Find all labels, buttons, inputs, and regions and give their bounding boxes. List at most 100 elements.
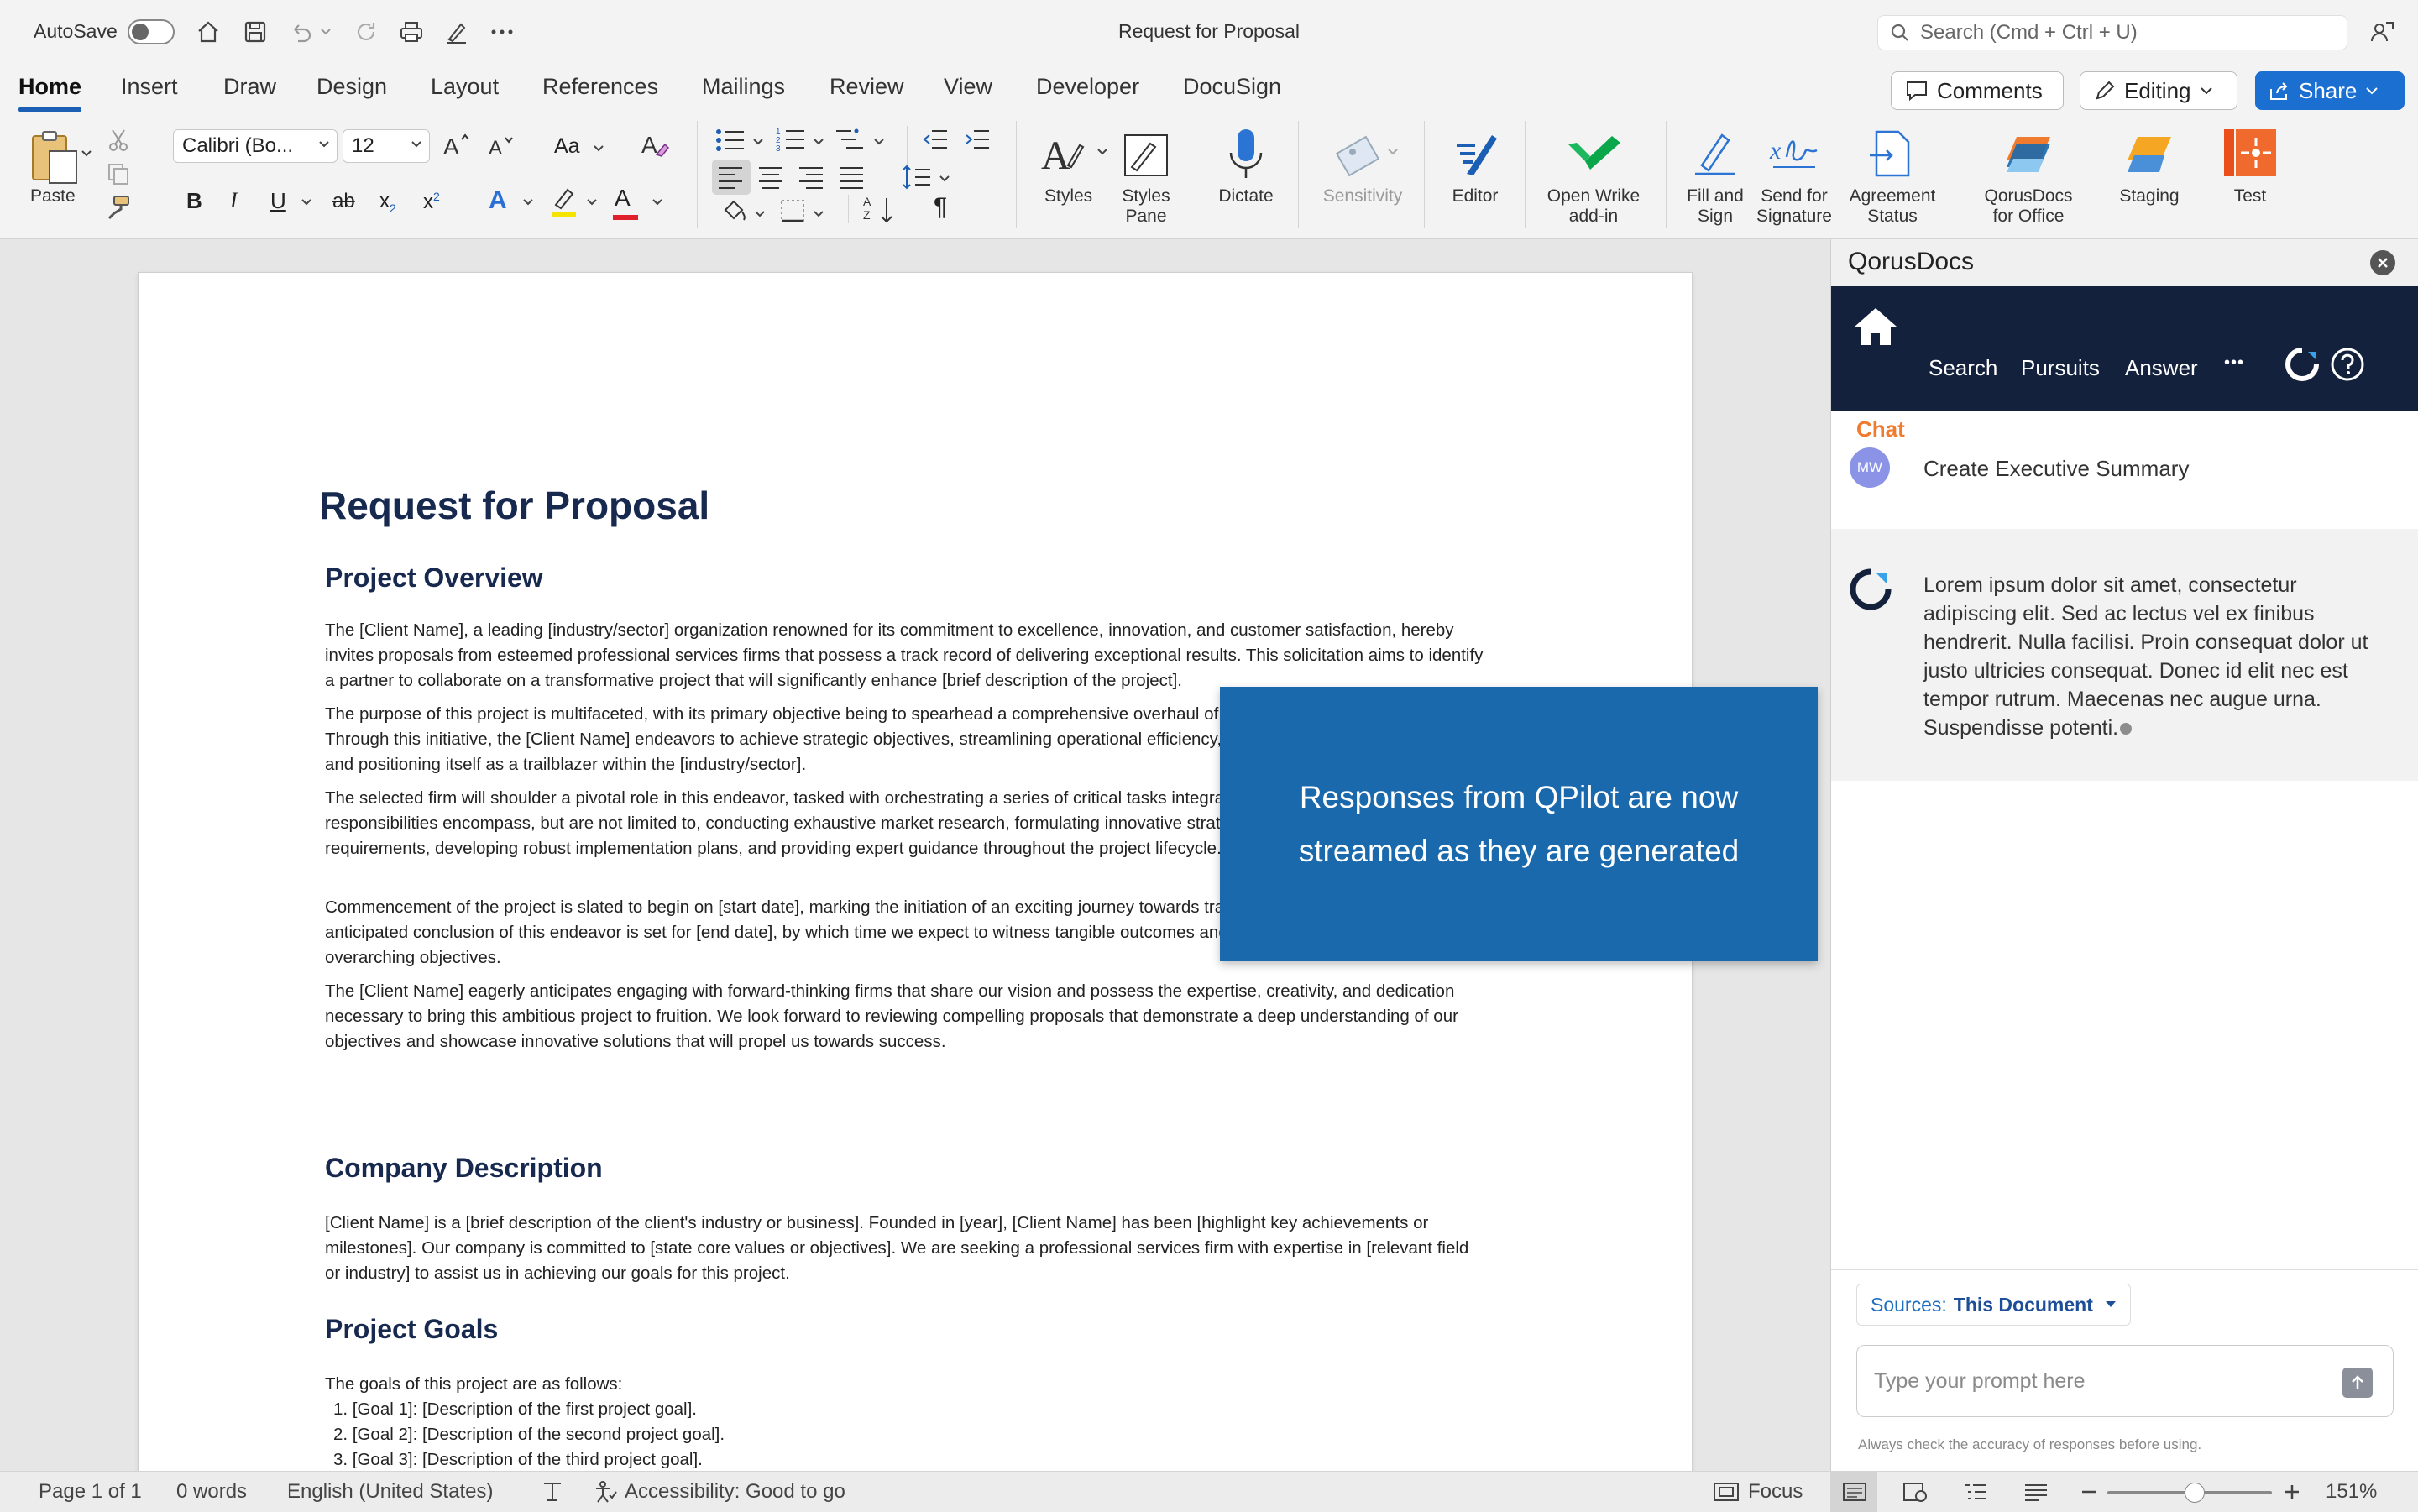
- share-people-icon[interactable]: [2368, 17, 2398, 47]
- chevron-down-icon[interactable]: [301, 198, 312, 207]
- web-layout-icon[interactable]: [1902, 1482, 1928, 1502]
- tab-docusign[interactable]: DocuSign: [1183, 74, 1281, 100]
- test-icon[interactable]: [2220, 124, 2280, 181]
- sensitivity-icon[interactable]: [1330, 126, 1389, 181]
- qorusdocs-icon[interactable]: [1998, 126, 2059, 181]
- comments-button[interactable]: Comments: [1891, 71, 2064, 110]
- home-icon[interactable]: [193, 17, 223, 47]
- focus-icon[interactable]: [1713, 1482, 1740, 1502]
- chevron-down-icon[interactable]: [752, 138, 764, 146]
- increase-indent-icon[interactable]: [964, 126, 991, 153]
- chevron-down-icon[interactable]: [1387, 148, 1399, 156]
- new-chat-plus-icon[interactable]: [2367, 414, 2394, 441]
- styles-icon[interactable]: A: [1038, 126, 1091, 181]
- nav-pursuits[interactable]: Pursuits: [2021, 355, 2100, 381]
- line-spacing-icon[interactable]: [902, 163, 932, 191]
- tab-home[interactable]: Home: [18, 74, 82, 112]
- copy-icon[interactable]: [106, 161, 131, 186]
- send-for-signature-icon[interactable]: x: [1766, 126, 1822, 181]
- shading-icon[interactable]: [720, 198, 747, 223]
- zoom-slider-thumb[interactable]: [2185, 1483, 2205, 1503]
- save-icon[interactable]: [240, 17, 270, 47]
- bullets-icon[interactable]: [715, 128, 746, 153]
- track-changes-icon[interactable]: [541, 1480, 564, 1504]
- tab-developer[interactable]: Developer: [1036, 74, 1139, 100]
- chevron-down-icon[interactable]: [873, 138, 885, 146]
- nav-search[interactable]: Search: [1929, 355, 1997, 381]
- borders-icon[interactable]: [779, 198, 806, 223]
- zoom-in-icon[interactable]: [2284, 1483, 2300, 1500]
- sort-button[interactable]: A Z: [863, 195, 895, 225]
- tab-insert[interactable]: Insert: [121, 74, 178, 100]
- superscript-button[interactable]: x2: [423, 190, 440, 214]
- editing-mode-button[interactable]: Editing: [2080, 71, 2237, 110]
- chevron-down-icon[interactable]: [652, 198, 663, 207]
- chevron-down-icon[interactable]: [522, 198, 534, 207]
- paste-icon[interactable]: [24, 128, 87, 186]
- tab-layout[interactable]: Layout: [431, 74, 499, 100]
- search-box[interactable]: Search (Cmd + Ctrl + U): [1877, 15, 2347, 50]
- subnav-smart-skills[interactable]: Smart Skills: [2051, 416, 2166, 442]
- tab-draw[interactable]: Draw: [223, 74, 276, 100]
- styles-pane-icon[interactable]: [1120, 126, 1174, 181]
- fill-and-sign-icon[interactable]: [1688, 126, 1743, 181]
- tab-design[interactable]: Design: [317, 74, 387, 100]
- help-icon[interactable]: [2330, 347, 2365, 382]
- font-color-button[interactable]: A: [615, 185, 631, 212]
- justify-icon[interactable]: [838, 165, 865, 190]
- tab-mailings[interactable]: Mailings: [702, 74, 785, 100]
- underline-button[interactable]: U: [270, 188, 286, 214]
- align-right-icon[interactable]: [798, 165, 824, 190]
- wrike-checkmark-icon[interactable]: [1563, 126, 1625, 181]
- tab-review[interactable]: Review: [830, 74, 904, 100]
- italic-button[interactable]: I: [230, 188, 238, 213]
- grow-font-icon[interactable]: A: [442, 131, 472, 160]
- staging-icon[interactable]: [2119, 126, 2180, 181]
- undo-icon[interactable]: [285, 17, 316, 47]
- print-icon[interactable]: [396, 17, 427, 47]
- prompt-input[interactable]: [1872, 1364, 2329, 1398]
- chevron-down-icon[interactable]: [813, 210, 824, 218]
- chevron-down-icon[interactable]: [813, 138, 824, 146]
- clear-formatting-icon[interactable]: A: [640, 129, 670, 160]
- tab-references[interactable]: References: [542, 74, 658, 100]
- numbering-icon[interactable]: 123: [776, 126, 806, 153]
- redo-icon[interactable]: [351, 17, 381, 47]
- font-name-select[interactable]: Calibri (Bo...: [173, 129, 338, 163]
- draw-pen-icon[interactable]: [442, 17, 472, 47]
- language-indicator[interactable]: English (United States): [287, 1480, 493, 1504]
- page-count[interactable]: Page 1 of 1: [39, 1480, 142, 1504]
- close-pane-button[interactable]: [2370, 250, 2395, 275]
- expand-icon[interactable]: [2321, 416, 2347, 441]
- print-layout-icon[interactable]: [1842, 1482, 1867, 1502]
- chevron-down-icon[interactable]: [754, 210, 766, 218]
- decrease-indent-icon[interactable]: [922, 126, 949, 153]
- word-count[interactable]: 0 words: [176, 1480, 247, 1504]
- undo-dropdown-icon[interactable]: [317, 17, 334, 47]
- agreement-status-icon[interactable]: [1864, 126, 1919, 181]
- zoom-out-icon[interactable]: [2080, 1483, 2097, 1500]
- more-options-icon[interactable]: [487, 17, 517, 47]
- show-formatting-marks-button[interactable]: ¶: [934, 193, 947, 222]
- sources-dropdown[interactable]: Sources: This Document: [1856, 1284, 2131, 1326]
- nav-more[interactable]: •••: [2224, 353, 2244, 373]
- format-painter-icon[interactable]: [106, 195, 131, 220]
- text-effects-button[interactable]: A: [489, 186, 507, 215]
- chevron-down-icon[interactable]: [1096, 148, 1108, 156]
- editor-icon[interactable]: [1446, 126, 1505, 181]
- bold-button[interactable]: B: [186, 188, 202, 214]
- align-center-icon[interactable]: [757, 165, 784, 190]
- paste-dropdown-icon[interactable]: [81, 149, 92, 158]
- highlighter-icon[interactable]: [549, 185, 579, 218]
- subnav-history[interactable]: History: [1949, 416, 2017, 442]
- chevron-down-icon[interactable]: [939, 175, 950, 183]
- accessibility-status[interactable]: Accessibility: Good to go: [625, 1480, 845, 1504]
- subnav-chat[interactable]: Chat: [1856, 416, 1905, 442]
- font-size-select[interactable]: 12: [343, 129, 430, 163]
- prompt-box[interactable]: [1856, 1345, 2394, 1417]
- qpilot-logo-icon[interactable]: [2285, 347, 2320, 382]
- strikethrough-button[interactable]: ab: [332, 190, 355, 213]
- focus-label[interactable]: Focus: [1748, 1480, 1803, 1504]
- autosave-toggle[interactable]: [128, 19, 175, 44]
- nav-answer[interactable]: Answer: [2125, 355, 2198, 381]
